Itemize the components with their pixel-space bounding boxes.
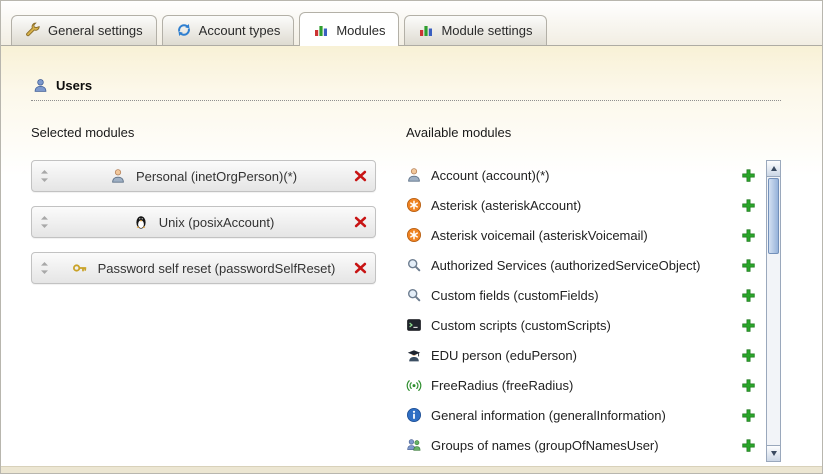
delete-icon[interactable] bbox=[353, 261, 368, 276]
selected-module-label: Personal (inetOrgPerson)(*) bbox=[136, 169, 297, 184]
magnifier-icon bbox=[406, 257, 422, 273]
bottom-edge bbox=[1, 466, 822, 473]
selected-modules-heading: Selected modules bbox=[31, 125, 406, 140]
available-module-label: Account (account)(*) bbox=[431, 168, 550, 183]
available-module-row-edu-person: EDU person (eduPerson) bbox=[406, 340, 760, 370]
available-module-label: Custom fields (customFields) bbox=[431, 288, 599, 303]
group-icon bbox=[406, 437, 422, 453]
scrollbar-down-button[interactable] bbox=[767, 445, 780, 461]
available-module-row-custom-fields: Custom fields (customFields) bbox=[406, 280, 760, 310]
tab-account-types[interactable]: Account types bbox=[162, 15, 295, 45]
modules-chart-icon bbox=[418, 22, 434, 38]
add-icon[interactable] bbox=[741, 318, 756, 333]
available-module-label: FreeRadius (freeRadius) bbox=[431, 378, 573, 393]
scrollbar-up-button[interactable] bbox=[767, 161, 780, 177]
scrollbar-thumb[interactable] bbox=[768, 178, 779, 254]
tab-label: Modules bbox=[336, 23, 385, 38]
person-icon bbox=[110, 168, 126, 184]
modules-tab-content: Users Selected modules Personal (inetOrg… bbox=[1, 46, 822, 473]
available-module-row-authorized-services: Authorized Services (authorizedServiceOb… bbox=[406, 250, 760, 280]
scrollbar-down-arrow-icon bbox=[771, 451, 777, 456]
add-icon[interactable] bbox=[741, 168, 756, 183]
add-icon[interactable] bbox=[741, 408, 756, 423]
available-module-label: Custom scripts (customScripts) bbox=[431, 318, 611, 333]
selected-module-label: Unix (posixAccount) bbox=[159, 215, 275, 230]
asterisk-icon bbox=[406, 197, 422, 213]
magnifier-icon bbox=[406, 287, 422, 303]
available-modules-scrollbar[interactable] bbox=[766, 160, 781, 462]
penguin-icon bbox=[133, 214, 149, 230]
selected-module-row-unix[interactable]: Unix (posixAccount) bbox=[31, 206, 376, 238]
tab-general-settings[interactable]: General settings bbox=[11, 15, 157, 45]
drag-handle-icon[interactable] bbox=[39, 169, 50, 183]
available-modules-heading: Available modules bbox=[406, 125, 760, 140]
available-module-row-general-information: General information (generalInformation) bbox=[406, 400, 760, 430]
graduate-icon bbox=[406, 347, 422, 363]
available-module-label: Asterisk (asteriskAccount) bbox=[431, 198, 581, 213]
available-module-label: General information (generalInformation) bbox=[431, 408, 666, 423]
available-module-label: Authorized Services (authorizedServiceOb… bbox=[431, 258, 701, 273]
person-icon bbox=[406, 167, 422, 183]
available-module-row-groups-of-names: Groups of names (groupOfNamesUser) bbox=[406, 430, 760, 460]
available-module-row-account: Account (account)(*) bbox=[406, 160, 760, 190]
add-icon[interactable] bbox=[741, 228, 756, 243]
tab-label: Module settings bbox=[441, 23, 532, 38]
drag-handle-icon[interactable] bbox=[39, 215, 50, 229]
available-module-row-asterisk-voicemail: Asterisk voicemail (asteriskVoicemail) bbox=[406, 220, 760, 250]
info-icon bbox=[406, 407, 422, 423]
tab-modules[interactable]: Modules bbox=[299, 12, 399, 46]
add-icon[interactable] bbox=[741, 348, 756, 363]
tab-label: Account types bbox=[199, 23, 281, 38]
modules-chart-icon bbox=[313, 22, 329, 38]
add-icon[interactable] bbox=[741, 198, 756, 213]
antenna-icon bbox=[406, 377, 422, 393]
add-icon[interactable] bbox=[741, 378, 756, 393]
delete-icon[interactable] bbox=[353, 215, 368, 230]
add-icon[interactable] bbox=[741, 438, 756, 453]
drag-handle-icon[interactable] bbox=[39, 261, 50, 275]
user-icon bbox=[33, 78, 48, 93]
selected-module-row-password-self-reset[interactable]: Password self reset (passwordSelfReset) bbox=[31, 252, 376, 284]
tools-icon bbox=[25, 22, 41, 38]
selected-module-label: Password self reset (passwordSelfReset) bbox=[98, 261, 336, 276]
available-module-row-custom-scripts: Custom scripts (customScripts) bbox=[406, 310, 760, 340]
available-module-label: EDU person (eduPerson) bbox=[431, 348, 577, 363]
tab-module-settings[interactable]: Module settings bbox=[404, 15, 546, 45]
available-module-row-freeradius: FreeRadius (freeRadius) bbox=[406, 370, 760, 400]
terminal-icon bbox=[406, 317, 422, 333]
add-icon[interactable] bbox=[741, 288, 756, 303]
available-modules-panel: Available modules Account (account)(*) A… bbox=[406, 115, 781, 460]
users-section-header: Users bbox=[31, 46, 781, 101]
asterisk-icon bbox=[406, 227, 422, 243]
tab-bar: General settings Account types Modules M… bbox=[1, 1, 822, 46]
available-module-row-asterisk: Asterisk (asteriskAccount) bbox=[406, 190, 760, 220]
section-title: Users bbox=[56, 78, 92, 93]
lam-config-window: General settings Account types Modules M… bbox=[0, 0, 823, 474]
selected-modules-panel: Selected modules Personal (inetOrgPerson… bbox=[31, 115, 406, 460]
scrollbar-up-arrow-icon bbox=[771, 166, 777, 171]
key-icon bbox=[72, 260, 88, 276]
selected-module-row-personal[interactable]: Personal (inetOrgPerson)(*) bbox=[31, 160, 376, 192]
modules-columns: Selected modules Personal (inetOrgPerson… bbox=[31, 115, 781, 460]
tab-label: General settings bbox=[48, 23, 143, 38]
delete-icon[interactable] bbox=[353, 169, 368, 184]
add-icon[interactable] bbox=[741, 258, 756, 273]
available-module-label: Asterisk voicemail (asteriskVoicemail) bbox=[431, 228, 648, 243]
available-module-label: Groups of names (groupOfNamesUser) bbox=[431, 438, 659, 453]
account-types-icon bbox=[176, 22, 192, 38]
